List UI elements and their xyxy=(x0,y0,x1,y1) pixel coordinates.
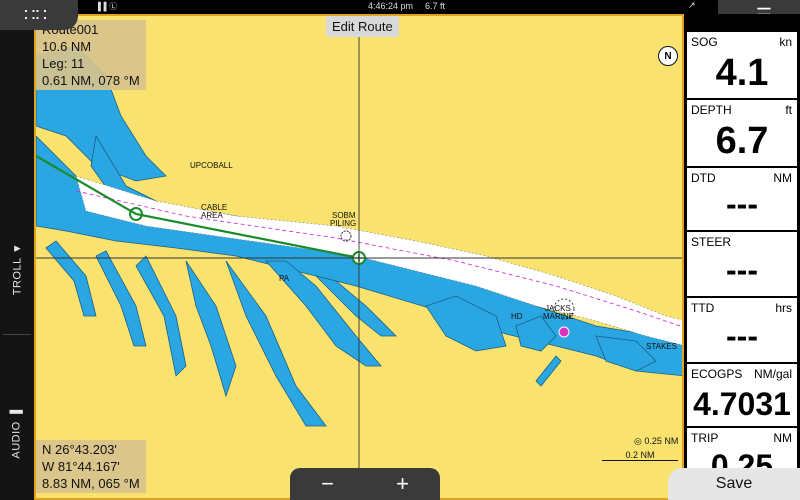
tile-label: TTD xyxy=(691,301,715,315)
left-rail: TROLL ▼ AUDIO ▐ xyxy=(0,14,35,500)
tile-value: --- xyxy=(726,186,758,222)
status-depth: 6.7 ft xyxy=(425,1,446,11)
finger-canal-5 xyxy=(135,255,187,377)
range-scale-value: 0.25 NM xyxy=(644,436,679,446)
troll-motor-icon: ▼ xyxy=(11,242,23,255)
edit-route-header[interactable]: Edit Route xyxy=(326,16,399,37)
label-pa: PA xyxy=(279,274,290,283)
tile-label: SOG xyxy=(691,35,718,49)
tile-label: TRIP xyxy=(691,431,719,445)
label-piling: PILING xyxy=(330,219,357,228)
tile-value: 4.1 xyxy=(715,52,769,94)
label-hd: HD xyxy=(511,312,523,321)
range-scale-label: ◎ 0.25 NM xyxy=(634,436,678,447)
marina-symbol xyxy=(558,326,570,338)
chart-map[interactable]: UPCOBALL CABLE AREA SOBM PILING PA HD JA… xyxy=(34,14,684,500)
label-area: AREA xyxy=(201,211,223,220)
rail-divider xyxy=(3,334,31,335)
tile-trip[interactable]: TRIP NM 0.25 xyxy=(687,428,797,468)
tile-unit: NM xyxy=(773,431,792,445)
audio-label: AUDIO xyxy=(11,421,24,459)
tile-steer[interactable]: STEER --- xyxy=(687,232,797,296)
tile-label: DTD xyxy=(691,171,716,185)
tile-unit: kn xyxy=(779,35,792,49)
tile-unit: NM/gal xyxy=(753,367,792,381)
cursor-range: 8.83 NM, 065 °M xyxy=(42,476,140,491)
cursor-lat: N 26°43.203' xyxy=(42,442,117,457)
apps-button[interactable]: ∷∷ xyxy=(0,0,78,30)
route-leg-detail: 0.61 NM, 078 °M xyxy=(42,73,140,88)
tile-value: --- xyxy=(726,318,758,354)
tile-unit: ft xyxy=(785,103,792,117)
finger-canal-1 xyxy=(185,260,237,398)
tile-label: STEER xyxy=(691,235,732,249)
tile-unit: hrs xyxy=(775,301,792,315)
finger-canal-7 xyxy=(45,240,97,317)
route-info-box: Route001 10.6 NM Leg: 11 0.61 NM, 078 °M xyxy=(36,20,146,90)
tile-dtd[interactable]: DTD NM --- xyxy=(687,168,797,230)
satellite-icon: ↗ xyxy=(688,0,696,10)
cursor-lon: W 81°44.167' xyxy=(42,459,120,474)
tile-value: 0.25 xyxy=(710,448,774,468)
troll-button[interactable]: TROLL ▼ xyxy=(0,214,34,324)
signal-icon: ▌▌Ⓛ xyxy=(98,2,118,11)
tile-value: 6.7 xyxy=(715,120,769,162)
range-ring-icon: ◎ xyxy=(634,436,642,446)
tile-sog[interactable]: SOG kn 4.1 xyxy=(687,32,797,98)
tile-value: --- xyxy=(726,252,758,288)
grid-icon: ∷∷ xyxy=(24,5,47,25)
label-upcoball: UPCOBALL xyxy=(190,161,233,170)
label-marine: MARINE xyxy=(543,312,575,321)
zoom-in-button[interactable]: + xyxy=(365,468,440,500)
route-distance: 10.6 NM xyxy=(42,39,92,54)
tile-label: ECOGPS xyxy=(691,367,743,381)
troll-label: TROLL xyxy=(11,257,23,296)
audio-button[interactable]: AUDIO ▐ xyxy=(0,384,34,484)
status-time: 4:46:24 pm xyxy=(368,1,414,11)
audio-bars-icon: ▐ xyxy=(11,409,24,418)
tile-depth[interactable]: DEPTH ft 6.7 xyxy=(687,100,797,166)
tile-value: 4.7031 xyxy=(693,386,791,422)
status-bar: ▌▌Ⓛ 4:46:24 pm 6.7 ft ↗ xyxy=(0,0,800,14)
north-up-icon[interactable]: N xyxy=(658,46,678,66)
label-stakes: STAKES xyxy=(646,342,677,351)
cursor-info-box: N 26°43.203' W 81°44.167' 8.83 NM, 065 °… xyxy=(36,440,146,493)
zoom-out-button[interactable]: − xyxy=(290,468,365,500)
tile-ecogps[interactable]: ECOGPS NM/gal 4.7031 xyxy=(687,364,797,426)
tile-ttd[interactable]: TTD hrs --- xyxy=(687,298,797,362)
zoom-controls: − + xyxy=(290,468,440,500)
route-leg: Leg: 11 xyxy=(42,56,85,71)
tile-label: DEPTH xyxy=(691,103,732,117)
tile-unit: NM xyxy=(773,171,792,185)
save-button[interactable]: Save xyxy=(668,468,800,500)
scale-bar: 0.2 NM xyxy=(602,450,678,461)
pier-channel xyxy=(535,355,562,387)
